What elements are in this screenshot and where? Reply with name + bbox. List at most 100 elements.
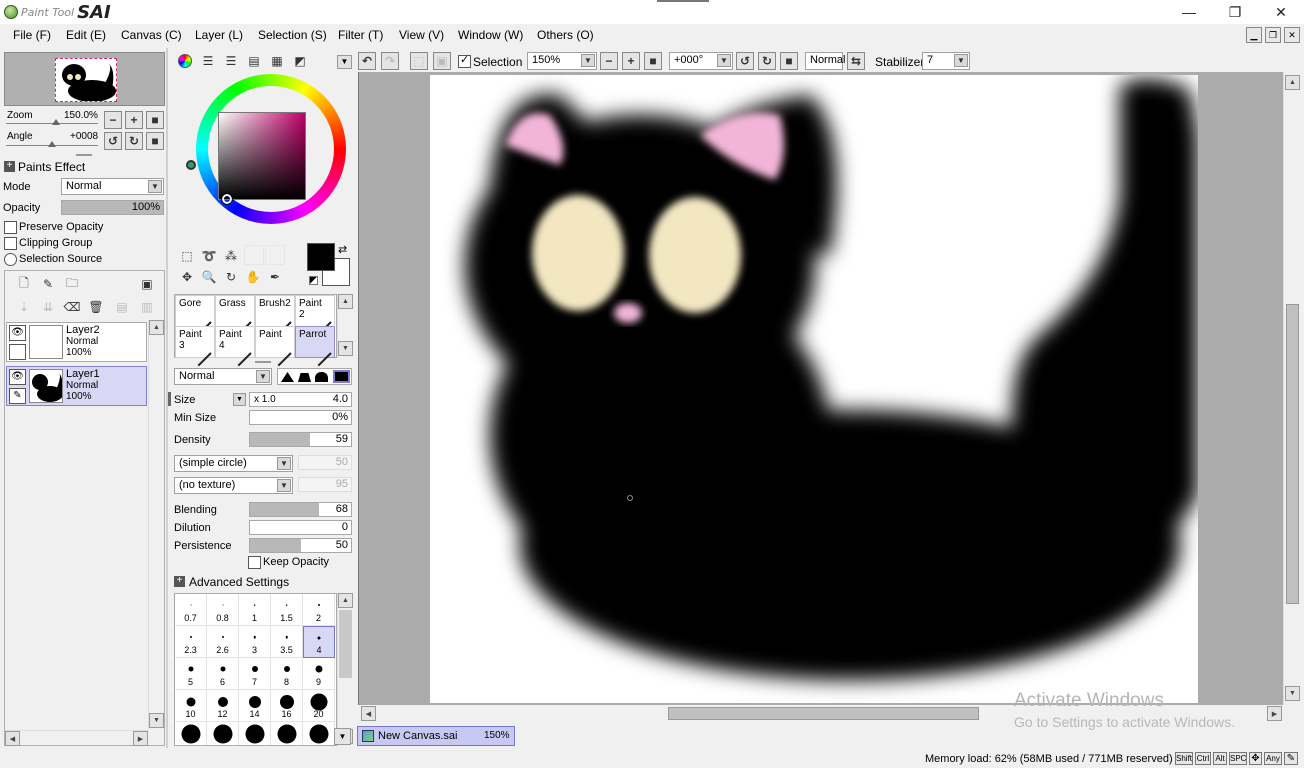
size-bar[interactable]: x 1.0 4.0 <box>249 392 352 407</box>
tab-new-canvas[interactable]: New Canvas.sai 150% <box>357 726 515 746</box>
edge-medium-icon[interactable] <box>298 373 311 382</box>
edge-hard-icon[interactable] <box>333 370 350 383</box>
scroll-right-icon[interactable]: ▶ <box>133 731 148 746</box>
zoom-icon[interactable]: 🔍 <box>199 268 219 286</box>
move-icon[interactable]: ✥ <box>177 268 197 286</box>
brush-size-cell[interactable]: 5 <box>175 658 207 690</box>
size-multiplier-dropdown[interactable]: ▼ <box>233 393 246 406</box>
scroll-down-icon[interactable]: ▼ <box>1285 686 1300 701</box>
brush-size-cell[interactable]: 16 <box>271 690 303 722</box>
menu-others[interactable]: Others (O) <box>537 28 594 42</box>
brush-size-cell[interactable]: 2.3 <box>175 626 207 658</box>
brush-size-cell[interactable] <box>303 722 335 745</box>
brush-size-cell[interactable]: 20 <box>303 690 335 722</box>
density-bar[interactable]: 59 <box>249 432 352 447</box>
keep-opacity-checkbox[interactable] <box>248 556 261 569</box>
layer-hscrollbar[interactable]: ◀ ▶ <box>5 730 148 746</box>
menu-filter[interactable]: Filter (T) <box>338 28 383 42</box>
rotate-left-button[interactable]: ↺ <box>104 132 122 150</box>
brush-size-cell[interactable]: 1.5 <box>271 594 303 626</box>
brush-size-cell[interactable] <box>207 722 239 745</box>
magic-wand-icon[interactable]: ⁂ <box>221 247 241 265</box>
scroll-left-icon[interactable]: ◀ <box>5 731 20 746</box>
brush-size-cell[interactable]: 8 <box>271 658 303 690</box>
brush-scrollbar[interactable]: ▲ ▼ <box>337 294 353 358</box>
brush-size-cell[interactable] <box>239 722 271 745</box>
brush-texture-select[interactable]: (no texture) ▼ <box>174 477 293 494</box>
swatches-icon[interactable]: ▦ <box>267 52 287 70</box>
zoom-in-button[interactable]: + <box>125 111 143 129</box>
brush-size-cell[interactable]: 3 <box>239 626 271 658</box>
saturation-value-square[interactable] <box>218 112 306 200</box>
brush-size-cell[interactable] <box>271 722 303 745</box>
canvas-zoom-reset-button[interactable]: ■ <box>644 52 662 70</box>
brush-size-cell[interactable]: 10 <box>175 690 207 722</box>
new-linework-layer-icon[interactable]: ✎ <box>38 275 58 293</box>
expand-icon[interactable]: + <box>4 161 15 172</box>
edge-soft-icon[interactable] <box>281 372 294 382</box>
hand-icon[interactable]: ✋ <box>243 268 263 286</box>
clipping-group-checkbox[interactable] <box>4 237 17 250</box>
size-scrollbar[interactable]: ▲ ▼ <box>337 593 353 746</box>
preserve-opacity-checkbox[interactable] <box>4 221 17 234</box>
flip-horizontal-button[interactable]: ⇆ <box>847 52 865 70</box>
brush-preset[interactable]: Brush2 <box>255 295 295 336</box>
minimize-button[interactable]: — <box>1166 0 1212 24</box>
color-wheel-icon[interactable] <box>175 52 195 70</box>
menu-file[interactable]: File (F) <box>13 28 51 42</box>
brush-preset[interactable]: Paint 4 <box>215 326 255 367</box>
brush-shape-select[interactable]: (simple circle) ▼ <box>174 455 293 472</box>
swap-colors-icon[interactable]: ⇄ <box>338 243 347 256</box>
canvas-zoom-in-button[interactable]: + <box>622 52 640 70</box>
dilution-bar[interactable]: 0 <box>249 520 352 535</box>
menu-layer[interactable]: Layer (L) <box>195 28 243 42</box>
blending-bar[interactable]: 68 <box>249 502 352 517</box>
hue-handle[interactable] <box>186 160 196 170</box>
brush-size-cell[interactable]: 0.8 <box>207 594 239 626</box>
delete-mask-icon[interactable]: ▥ <box>137 298 157 316</box>
canvas-paper[interactable] <box>430 75 1198 703</box>
invert-selection-button[interactable]: ▣ <box>433 52 451 70</box>
layer-lock-box[interactable] <box>9 344 26 360</box>
brush-size-cell[interactable]: 3.5 <box>271 626 303 658</box>
apply-mask-icon[interactable]: ▤ <box>112 298 132 316</box>
angle-slider-handle[interactable] <box>48 141 56 147</box>
brush-size-cell[interactable]: 1 <box>239 594 271 626</box>
expand-icon[interactable]: + <box>174 576 185 587</box>
delete-layer-icon[interactable]: 🗑 <box>86 298 106 316</box>
selection-source-radio[interactable] <box>4 253 17 266</box>
rotate-icon[interactable]: ↻ <box>221 268 241 286</box>
brush-size-cell[interactable]: 9 <box>303 658 335 690</box>
brush-size-cell[interactable]: 2 <box>303 594 335 626</box>
brush-size-cell[interactable] <box>175 722 207 745</box>
brush-preset[interactable]: Parrot <box>295 326 335 367</box>
scroll-up-icon[interactable]: ▲ <box>1285 75 1300 90</box>
primary-color-swatch[interactable] <box>307 243 335 271</box>
persistence-bar[interactable]: 50 <box>249 538 352 553</box>
scroll-up-icon[interactable]: ▲ <box>338 294 353 309</box>
canvas-rotate-right-button[interactable]: ↻ <box>758 52 776 70</box>
menu-view[interactable]: View (V) <box>399 28 444 42</box>
clear-layer-icon[interactable]: ⌫ <box>62 298 82 316</box>
deselect-button[interactable]: ⬚ <box>410 52 428 70</box>
brush-blend-select[interactable]: Normal ▼ <box>174 368 272 385</box>
menu-window[interactable]: Window (W) <box>458 28 523 42</box>
scroll-up-icon[interactable]: ▲ <box>338 593 353 608</box>
brush-size-cell[interactable]: 0.7 <box>175 594 207 626</box>
eye-icon[interactable]: 👁 <box>9 325 26 341</box>
close-button[interactable]: ✕ <box>1258 0 1304 24</box>
canvas-rotate-left-button[interactable]: ↺ <box>736 52 754 70</box>
brush-size-cell[interactable]: 2.6 <box>207 626 239 658</box>
scroll-thumb[interactable] <box>339 610 352 678</box>
view-mode-normal[interactable]: Normal <box>805 52 845 70</box>
scroll-up-icon[interactable]: ▲ <box>149 320 164 335</box>
panel-splitter[interactable] <box>76 154 92 156</box>
canvas-angle-select[interactable]: +000° ▼ <box>669 52 733 70</box>
scroll-thumb[interactable] <box>668 707 979 720</box>
canvas-zoom-out-button[interactable]: − <box>600 52 618 70</box>
brush-texture-strength[interactable]: 95 <box>298 477 352 492</box>
zoom-slider-handle[interactable] <box>52 119 60 125</box>
mode-select[interactable]: Normal ▼ <box>61 178 164 195</box>
brush-size-cell[interactable]: 4 <box>303 626 335 658</box>
sv-handle[interactable] <box>221 193 233 205</box>
